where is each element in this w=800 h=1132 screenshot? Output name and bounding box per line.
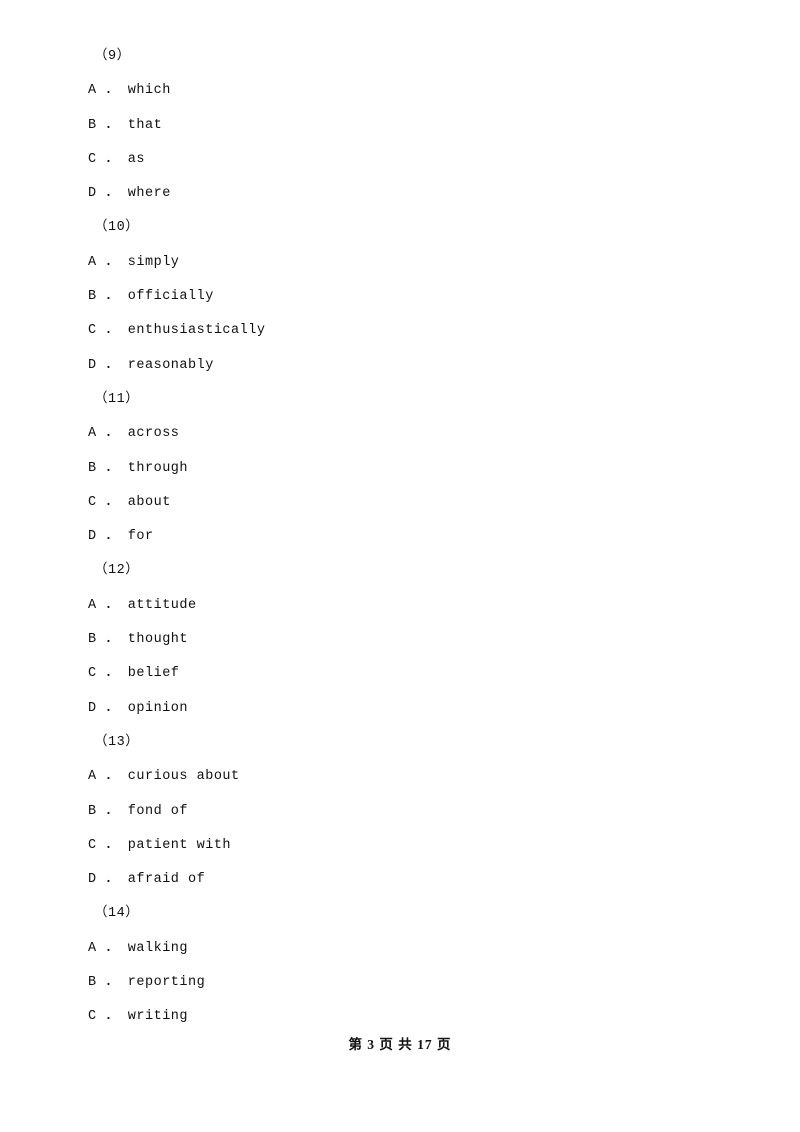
question-number: （10）: [94, 220, 140, 236]
answer-option: D ． where: [88, 186, 171, 202]
answer-option: D ． afraid of: [88, 872, 206, 888]
answer-option: C ． writing: [88, 1009, 189, 1025]
answer-option: D ． opinion: [88, 700, 189, 716]
question-list: （9） A ． which B ． that C ． as D ． where …: [88, 40, 708, 1035]
answer-option: A ． walking: [88, 940, 189, 956]
answer-option: A ． curious about: [88, 769, 240, 785]
question-number: （12）: [94, 563, 140, 579]
answer-option: B ． through: [88, 460, 189, 476]
answer-option: C ． about: [88, 494, 171, 510]
answer-option: A ． across: [88, 426, 180, 442]
answer-option: B ． that: [88, 117, 163, 133]
answer-option: C ． enthusiastically: [88, 323, 266, 339]
answer-option: B ． officially: [88, 289, 214, 305]
answer-option: B ． fond of: [88, 803, 189, 819]
answer-option: B ． thought: [88, 632, 189, 648]
document-page: （9） A ． which B ． that C ． as D ． where …: [0, 0, 800, 1132]
question-number: （11）: [94, 391, 140, 407]
answer-option: C ． belief: [88, 666, 180, 682]
page-footer: 第 3 页 共 17 页: [348, 1037, 452, 1052]
answer-option: A ． which: [88, 83, 171, 99]
answer-option: B ． reporting: [88, 975, 206, 991]
answer-option: D ． reasonably: [88, 357, 214, 373]
question-number: （9）: [94, 49, 131, 64]
answer-option: C ． patient with: [88, 837, 232, 853]
question-number: （14）: [94, 906, 140, 922]
answer-option: C ． as: [88, 151, 146, 167]
answer-option: D ． for: [88, 529, 154, 545]
answer-option: A ． attitude: [88, 597, 197, 613]
answer-option: A ． simply: [88, 254, 180, 270]
question-number: （13）: [94, 734, 140, 750]
